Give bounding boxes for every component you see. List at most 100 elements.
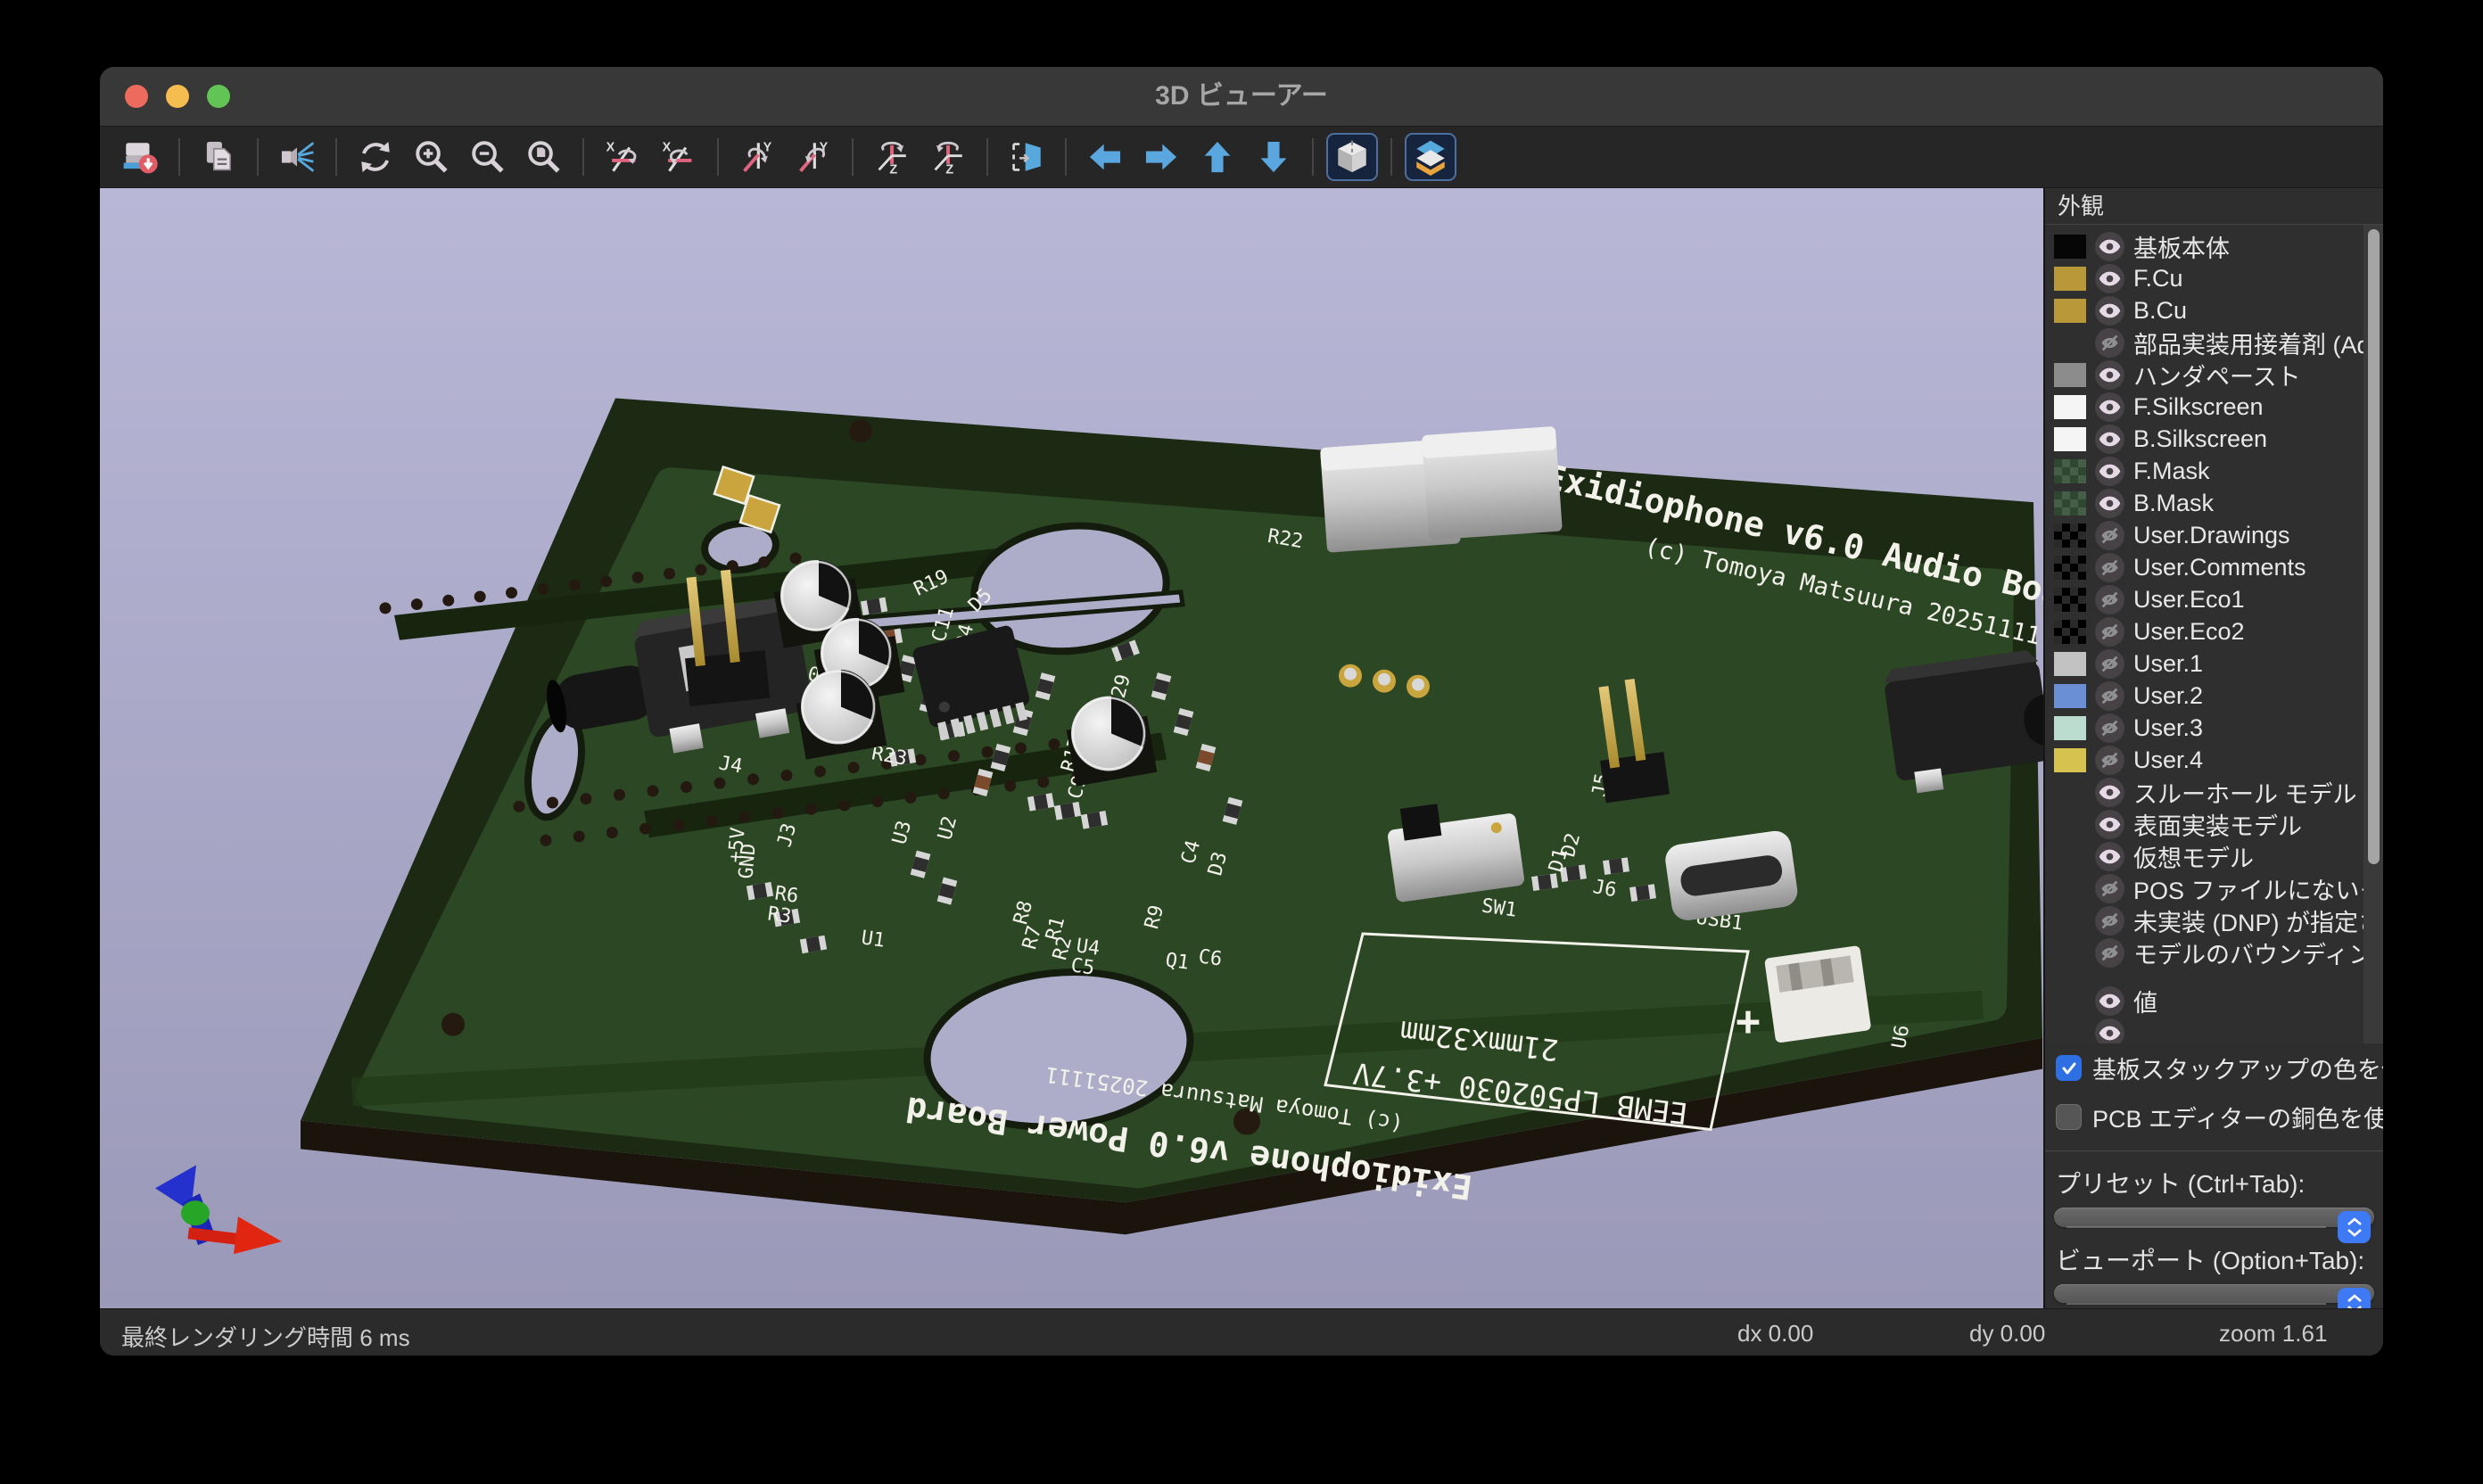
visibility-on-icon[interactable] [2095, 986, 2124, 1016]
copy-image-button[interactable] [193, 133, 244, 181]
rotate-y-cw-button[interactable]: Y [731, 133, 783, 181]
visibility-on-icon[interactable] [2095, 296, 2124, 326]
visibility-off-icon[interactable] [2095, 649, 2124, 679]
visibility-on-icon[interactable] [2095, 810, 2124, 839]
layer-row[interactable]: B.Silkscreen [2054, 423, 2383, 455]
layer-row[interactable]: POS ファイルにないモ [2054, 872, 2383, 904]
layer-row[interactable]: F.Mask [2054, 455, 2383, 487]
layer-row[interactable]: 未実装 (DNP) が指定さ [2054, 904, 2383, 936]
visibility-on-icon[interactable] [2095, 232, 2124, 261]
flip-board-button[interactable] [1001, 133, 1052, 181]
preset-dropdown[interactable] [2054, 1208, 2374, 1226]
layer-row[interactable]: User.3 [2054, 712, 2383, 744]
move-down-button[interactable] [1248, 133, 1299, 181]
visibility-on-icon[interactable] [2095, 264, 2124, 293]
zoom-to-fit-button[interactable] [518, 133, 570, 181]
zoom-out-button[interactable] [462, 133, 514, 181]
rotate-x-cw-button[interactable]: X [597, 133, 648, 181]
layer-row[interactable]: User.Eco1 [2054, 583, 2383, 615]
3d-viewport-scene[interactable]: Exidiophone v6.0 Audio Board(c) Tomoya M… [100, 188, 2043, 1308]
visibility-on-icon[interactable] [2095, 425, 2124, 454]
layer-row[interactable]: ハンダペースト [2054, 359, 2383, 391]
appearance-panel-toggle[interactable] [1405, 133, 1456, 181]
layer-color-swatch[interactable] [2054, 620, 2086, 644]
layer-color-swatch[interactable] [2054, 748, 2086, 772]
layer-color-swatch[interactable] [2054, 299, 2086, 323]
silkscreen-text: +5V [724, 827, 749, 864]
layer-color-swatch[interactable] [2054, 588, 2086, 612]
layer-row[interactable]: User.Eco2 [2054, 615, 2383, 647]
layer-row[interactable]: User.4 [2054, 744, 2383, 776]
use-stackup-colors-row[interactable]: 基板スタックアップの色を使用 [2045, 1043, 2383, 1092]
dropdown-stepper-icon[interactable] [2338, 1211, 2371, 1243]
layer-row[interactable]: F.Cu [2054, 262, 2383, 294]
viewport-dropdown[interactable] [2054, 1284, 2374, 1303]
scrollbar-thumb[interactable] [2368, 229, 2380, 864]
move-right-button[interactable] [1135, 133, 1187, 181]
layer-row[interactable]: 仮想モデル [2054, 840, 2383, 872]
scrollbar-track[interactable] [2363, 225, 2383, 1043]
visibility-off-icon[interactable] [2095, 906, 2124, 936]
rotate-y-ccw-button[interactable]: Y [788, 133, 839, 181]
layer-color-swatch[interactable] [2054, 235, 2086, 259]
layer-color-swatch[interactable] [2054, 716, 2086, 740]
visibility-on-icon[interactable] [2095, 842, 2124, 871]
layer-row[interactable]: User.1 [2054, 647, 2383, 680]
visibility-off-icon[interactable] [2095, 681, 2124, 711]
visibility-on-icon[interactable] [2095, 360, 2124, 390]
orthographic-projection-toggle[interactable] [1326, 133, 1378, 181]
layer-row[interactable]: 基板本体 [2054, 230, 2383, 262]
visibility-off-icon[interactable] [2095, 713, 2124, 743]
raytracing-button[interactable] [271, 133, 323, 181]
layer-row[interactable]: User.Drawings [2054, 519, 2383, 551]
zoom-in-button[interactable] [406, 133, 458, 181]
layer-color-swatch[interactable] [2054, 684, 2086, 708]
checkbox-unchecked-icon[interactable] [2056, 1104, 2082, 1130]
drill-hole [648, 785, 659, 796]
layer-row[interactable] [2054, 1017, 2383, 1043]
visibility-off-icon[interactable] [2095, 585, 2124, 614]
visibility-off-icon[interactable] [2095, 328, 2124, 358]
visibility-off-icon[interactable] [2095, 521, 2124, 550]
visibility-off-icon[interactable] [2095, 553, 2124, 582]
layer-row[interactable]: 値 [2054, 985, 2383, 1017]
move-up-button[interactable] [1192, 133, 1243, 181]
visibility-off-icon[interactable] [2095, 746, 2124, 775]
layer-color-swatch[interactable] [2054, 395, 2086, 419]
use-pcb-editor-copper-row[interactable]: PCB エディターの銅色を使用 [2045, 1092, 2383, 1142]
layer-row[interactable]: B.Cu [2054, 294, 2383, 326]
layer-row[interactable]: スルーホール モデル [2054, 776, 2383, 808]
layer-color-swatch[interactable] [2054, 427, 2086, 451]
layer-color-swatch[interactable] [2054, 267, 2086, 291]
visibility-on-icon[interactable] [2095, 778, 2124, 807]
layer-row[interactable]: モデルのバウンディング [2054, 936, 2383, 969]
layer-row[interactable]: B.Mask [2054, 487, 2383, 519]
layer-row[interactable]: F.Silkscreen [2054, 391, 2383, 423]
refresh-view-button[interactable] [350, 133, 401, 181]
layer-row[interactable]: 部品実装用接着剤 (Adh [2054, 326, 2383, 359]
checkbox-checked-icon[interactable] [2056, 1055, 2082, 1081]
layer-row[interactable]: User.Comments [2054, 551, 2383, 583]
visibility-off-icon[interactable] [2095, 938, 2124, 968]
visibility-on-icon[interactable] [2095, 457, 2124, 486]
visibility-off-icon[interactable] [2095, 874, 2124, 903]
layer-color-swatch[interactable] [2054, 556, 2086, 580]
layer-color-swatch[interactable] [2054, 363, 2086, 387]
layer-color-swatch[interactable] [2054, 524, 2086, 548]
export-image-button[interactable] [114, 133, 166, 181]
toolbar-separator [1065, 138, 1067, 176]
visibility-off-icon[interactable] [2095, 617, 2124, 647]
rotate-z-ccw-button[interactable]: Z [922, 133, 974, 181]
visibility-on-icon[interactable] [2095, 392, 2124, 422]
layer-color-swatch[interactable] [2054, 652, 2086, 676]
layer-color-swatch[interactable] [2054, 459, 2086, 483]
move-left-button[interactable] [1079, 133, 1131, 181]
rotate-x-ccw-button[interactable]: X [653, 133, 705, 181]
layer-row[interactable]: 表面実装モデル [2054, 808, 2383, 840]
layer-color-swatch[interactable] [2054, 491, 2086, 515]
visibility-on-icon[interactable] [2095, 1018, 2124, 1044]
rotate-z-cw-button[interactable]: Z [866, 133, 918, 181]
layer-row[interactable]: User.2 [2054, 680, 2383, 712]
3d-viewport[interactable]: Exidiophone v6.0 Audio Board(c) Tomoya M… [100, 188, 2043, 1308]
visibility-on-icon[interactable] [2095, 489, 2124, 518]
